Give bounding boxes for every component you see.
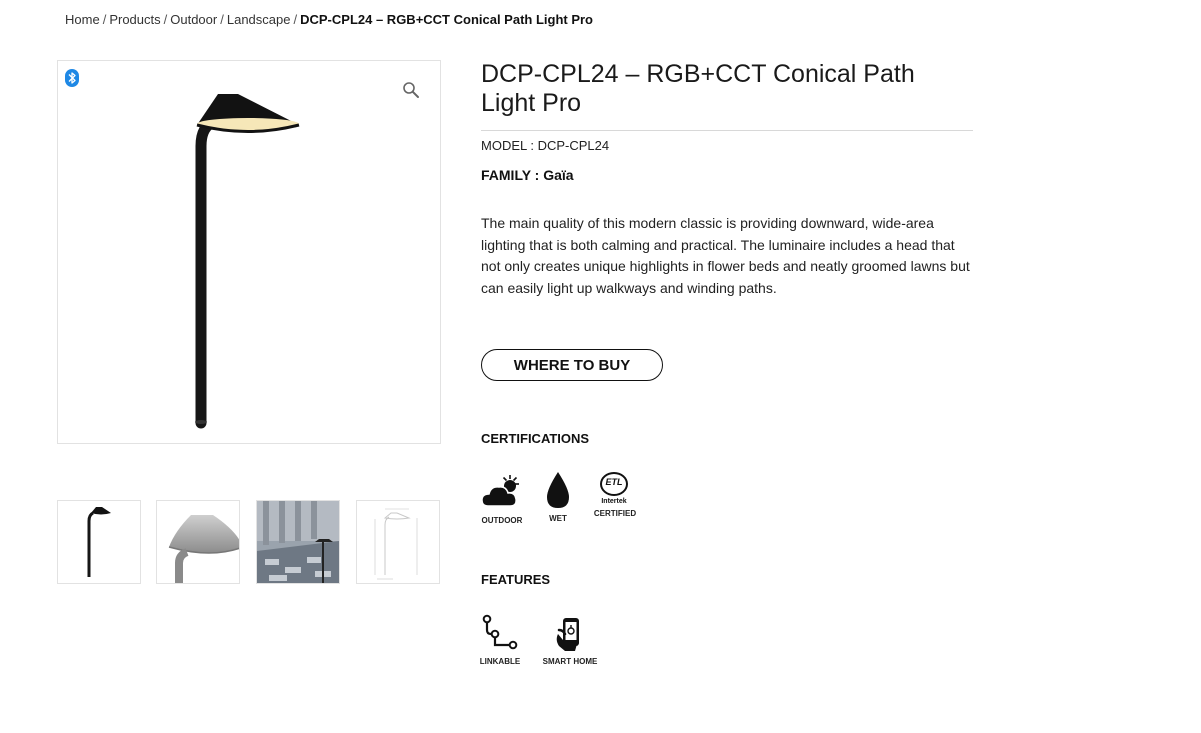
breadcrumb-separator: / <box>102 12 107 27</box>
feature-smart-home-label: SMART HOME <box>542 657 598 666</box>
product-title: DCP-CPL24 – RGB+CCT Conical Path Light P… <box>481 60 915 117</box>
breadcrumb-separator: / <box>220 12 224 27</box>
breadcrumb-separator: / <box>163 12 168 27</box>
title-divider <box>481 130 973 131</box>
features-title: FEATURES <box>481 572 551 587</box>
breadcrumb-separator: / <box>293 12 298 27</box>
certifications-title: CERTIFICATIONS <box>481 431 590 446</box>
thumbnail-product-front[interactable] <box>57 500 141 584</box>
cloud-sun-icon <box>481 475 519 507</box>
thumbnail-dimension-drawing[interactable] <box>356 500 440 584</box>
water-drop-icon <box>547 472 569 508</box>
where-to-buy-button[interactable]: WHERE TO BUY <box>481 349 663 381</box>
cert-certified: ETL Intertek CERTIFIED <box>592 472 638 518</box>
cert-wet: WET <box>540 471 576 523</box>
product-main-image[interactable] <box>57 60 441 444</box>
breadcrumb-landscape[interactable]: Landscape <box>227 12 291 27</box>
breadcrumb: Home / Products / Outdoor / Landscape / DCP-CPL2… <box>65 12 593 27</box>
breadcrumb-products[interactable]: Products <box>109 12 160 27</box>
breadcrumb-home[interactable]: Home <box>65 12 100 27</box>
linkable-icon <box>482 614 518 650</box>
product-model: MODEL : DCP-CPL24 <box>481 138 610 153</box>
product-family: FAMILY : Gaïa <box>481 167 574 183</box>
etl-intertek-icon: ETL Intertek <box>592 472 638 509</box>
feature-linkable-label: LINKABLE <box>479 657 521 666</box>
feature-linkable: LINKABLE <box>479 614 521 666</box>
thumbnail-installed-walkway[interactable] <box>256 500 340 584</box>
path-light-image <box>195 94 300 429</box>
cert-certified-label: CERTIFIED <box>593 509 637 518</box>
cert-outdoor-label: OUTDOOR <box>481 516 523 525</box>
feature-smart-home: SMART HOME <box>541 616 599 666</box>
cert-outdoor: OUTDOOR <box>479 473 525 525</box>
cert-wet-label: WET <box>549 514 567 523</box>
breadcrumb-outdoor[interactable]: Outdoor <box>170 12 217 27</box>
product-description: The main quality of this modern classic … <box>481 215 970 296</box>
breadcrumb-current: DCP-CPL24 – RGB+CCT Conical Path Light P… <box>300 12 594 27</box>
intertek-text: Intertek <box>601 498 627 505</box>
etl-mark-text: ETL <box>605 477 623 487</box>
thumbnail-product-closeup[interactable] <box>156 500 240 584</box>
smartphone-hand-icon <box>556 618 579 651</box>
